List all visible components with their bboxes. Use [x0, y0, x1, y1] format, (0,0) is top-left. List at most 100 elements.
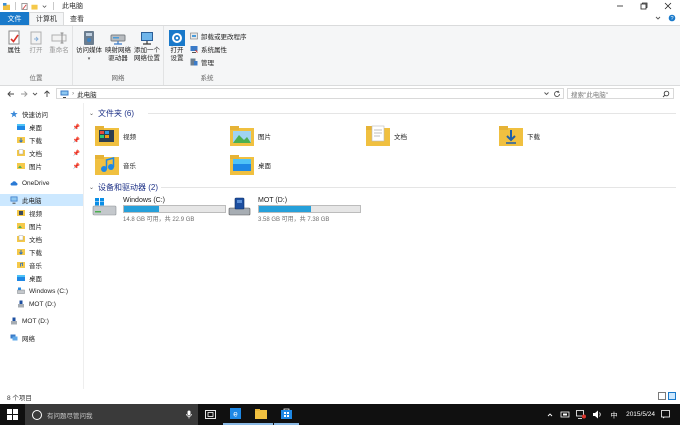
help-icon[interactable]: ?	[668, 14, 676, 22]
taskbar: 有问题尽管问我 e 中 2015/5/24	[0, 404, 680, 425]
sidebar-item-drive-d[interactable]: MOT (D:)	[0, 298, 83, 310]
task-view-button[interactable]	[198, 404, 223, 425]
navigation-pane: 快速访问 桌面 📌 下载 📌 文档 📌 图片 📌 OneDrive 此电脑 视频…	[0, 103, 84, 389]
back-button[interactable]	[6, 89, 16, 99]
folder-music[interactable]: 音乐	[95, 152, 225, 178]
recent-locations-button[interactable]	[30, 89, 40, 99]
open-settings-button[interactable]: 打开 设置	[167, 30, 187, 63]
tab-view[interactable]: 查看	[64, 12, 90, 25]
minimize-icon	[617, 5, 623, 7]
usb-device-icon[interactable]	[560, 410, 570, 419]
volume-icon[interactable]	[592, 410, 602, 419]
chevron-down-icon[interactable]	[543, 90, 550, 97]
sidebar-item-quick-pictures[interactable]: 图片 📌	[0, 160, 83, 172]
sidebar-item-drive-c[interactable]: Windows (C:)	[0, 285, 83, 297]
sidebar-label: 视频	[29, 211, 42, 218]
manage-button[interactable]: 管理	[190, 57, 214, 67]
folder-documents[interactable]: 文档	[366, 123, 496, 149]
pin-icon[interactable]: 📌	[73, 163, 80, 170]
chevron-down-icon[interactable]	[41, 3, 48, 10]
sidebar-label: 图片	[29, 164, 42, 171]
sidebar-item-this-pc[interactable]: 此电脑	[0, 194, 83, 206]
maximize-button[interactable]	[632, 0, 656, 12]
ribbon-controls: ?	[654, 14, 676, 22]
toolbar-divider	[15, 2, 16, 10]
drive-c[interactable]: Windows (C:) 14.8 GB 可用，共 22.9 GB	[92, 195, 227, 223]
sidebar-item-network[interactable]: 网络	[0, 332, 83, 344]
address-bar[interactable]: › 此电脑	[56, 88, 564, 99]
chevron-down-icon	[32, 92, 38, 96]
microphone-icon[interactable]	[186, 410, 192, 419]
search-icon[interactable]	[662, 90, 670, 98]
section-divider	[161, 187, 676, 188]
action-center-icon[interactable]	[661, 410, 670, 419]
properties-button[interactable]: 属性	[4, 30, 24, 55]
taskbar-store[interactable]	[274, 404, 299, 425]
drives-section-header[interactable]: ⌄ 设备和驱动器 (2)	[89, 182, 158, 193]
network-status-icon[interactable]	[576, 410, 587, 419]
sidebar-item-onedrive[interactable]: OneDrive	[0, 177, 83, 189]
tab-file[interactable]: 文件	[0, 12, 29, 25]
music-folder-icon	[95, 155, 119, 175]
folders-section-header[interactable]: ⌄ 文件夹 (6)	[89, 108, 134, 119]
forward-button[interactable]	[19, 89, 29, 99]
pin-icon[interactable]: 📌	[73, 124, 80, 131]
search-box[interactable]: 搜索"此电脑"	[567, 88, 674, 99]
taskbar-file-explorer[interactable]	[248, 404, 273, 425]
usb-drive-icon	[228, 197, 251, 216]
expand-ribbon-icon[interactable]	[654, 14, 662, 22]
sidebar-item-documents[interactable]: 文档	[0, 233, 83, 245]
computer-icon	[10, 196, 18, 204]
sidebar-item-quick-downloads[interactable]: 下载 📌	[0, 134, 83, 146]
input-method-icon[interactable]: 中	[608, 410, 620, 420]
refresh-icon[interactable]	[553, 90, 561, 98]
folder-pictures[interactable]: 图片	[230, 123, 360, 149]
properties-icon[interactable]	[21, 2, 28, 10]
sidebar-item-mot-drive[interactable]: MOT (D:)	[0, 315, 83, 327]
uninstall-programs-button[interactable]: 卸载或更改程序	[190, 31, 247, 41]
sidebar-item-quick-access[interactable]: 快速访问	[0, 108, 83, 120]
taskbar-edge[interactable]: e	[223, 404, 248, 425]
location-group-label: 位置	[29, 75, 43, 82]
system-properties-button[interactable]: 系统属性	[190, 44, 227, 54]
breadcrumb[interactable]: 此电脑	[77, 89, 97, 99]
sidebar-item-desktop[interactable]: 桌面	[0, 272, 83, 284]
address-actions	[543, 89, 561, 98]
cortana-search-box[interactable]: 有问题尽管问我	[25, 404, 198, 425]
add-network-location-button[interactable]: 添加一个 网络位置	[133, 30, 161, 63]
open-button[interactable]: 打开	[26, 30, 46, 55]
pin-icon[interactable]: 📌	[73, 150, 80, 157]
sidebar-item-videos[interactable]: 视频	[0, 207, 83, 219]
folder-desktop[interactable]: 桌面	[230, 152, 360, 178]
videos-folder-icon	[95, 126, 119, 146]
folder-videos[interactable]: 视频	[95, 123, 225, 149]
rename-button[interactable]: 重命名	[47, 30, 71, 55]
show-hidden-icons-icon[interactable]	[546, 411, 554, 419]
explorer-app-icon[interactable]	[3, 2, 10, 10]
chevron-down-icon: ▾	[87, 56, 91, 62]
large-icons-view-icon[interactable]	[668, 392, 676, 400]
drive-d[interactable]: MOT (D:) 3.58 GB 可用，共 7.38 GB	[227, 195, 362, 223]
close-button[interactable]	[656, 0, 680, 12]
cortana-placeholder: 有问题尽管问我	[47, 412, 93, 420]
sidebar-item-quick-desktop[interactable]: 桌面 📌	[0, 121, 83, 133]
pin-icon[interactable]: 📌	[73, 137, 80, 144]
breadcrumb-separator: ›	[72, 90, 75, 97]
sidebar-item-pictures[interactable]: 图片	[0, 220, 83, 232]
details-view-icon[interactable]	[658, 392, 666, 400]
minimize-button[interactable]	[608, 0, 632, 12]
start-button[interactable]	[0, 404, 25, 425]
clock[interactable]: 2015/5/24	[626, 411, 655, 419]
sidebar-item-music[interactable]: 音乐	[0, 259, 83, 271]
tab-computer[interactable]: 计算机	[29, 12, 64, 25]
sidebar-item-quick-documents[interactable]: 文档 📌	[0, 147, 83, 159]
sidebar-item-downloads[interactable]: 下载	[0, 246, 83, 258]
chevron-down-icon: ⌄	[89, 111, 95, 117]
up-button[interactable]	[42, 89, 52, 99]
map-network-drive-button[interactable]: 映射网络 驱动器	[104, 30, 132, 63]
pictures-folder-icon	[230, 126, 254, 146]
folder-downloads[interactable]: 下载	[499, 123, 629, 149]
new-folder-icon[interactable]	[31, 3, 38, 10]
access-media-button[interactable]: 访问媒体 ▾	[76, 30, 102, 63]
window-controls	[608, 0, 680, 12]
